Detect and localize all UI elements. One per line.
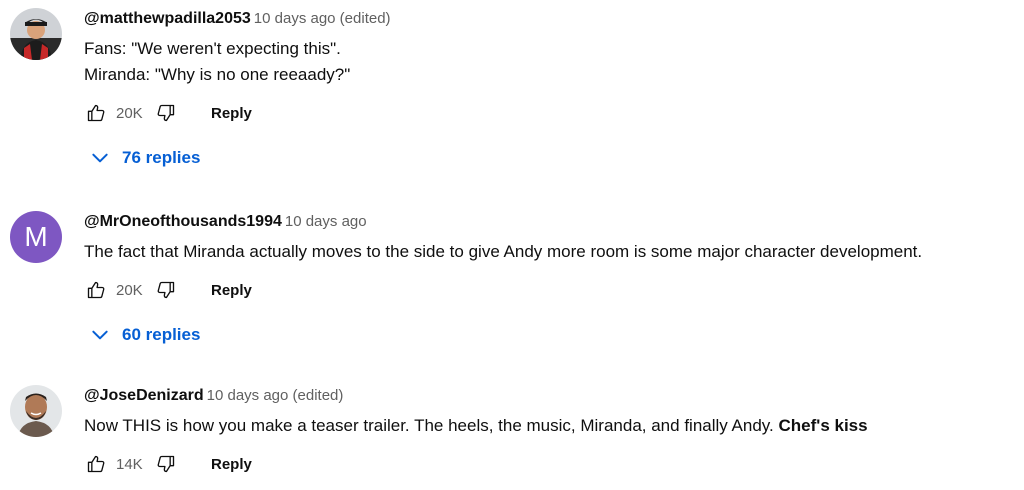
avatar-letter: M (24, 221, 48, 252)
comment-header: @MrOneofthousands1994 10 days ago (84, 211, 1024, 233)
chevron-down-icon (90, 148, 110, 168)
like-count: 20K (116, 104, 143, 122)
avatar[interactable] (10, 8, 62, 60)
view-replies-button[interactable]: 60 replies (84, 321, 1024, 349)
replies-count-label: 76 replies (122, 148, 201, 167)
avatar[interactable] (10, 385, 62, 437)
avatar-photo (10, 8, 62, 60)
comment-actions: 20K Reply (84, 98, 1024, 128)
chevron-down-icon (90, 325, 110, 345)
reply-button[interactable]: Reply (211, 282, 252, 299)
thumb-down-icon (157, 455, 175, 473)
comment-body: @matthewpadilla2053 10 days ago (edited) … (84, 8, 1024, 172)
thumb-up-icon (87, 104, 105, 122)
comment-author[interactable]: @JoseDenizard (84, 387, 204, 404)
replies-count-label: 60 replies (122, 325, 201, 344)
comment-actions: 14K Reply (84, 449, 1024, 479)
comment-body: @JoseDenizard 10 days ago (edited) Now TH… (84, 385, 1024, 479)
avatar[interactable]: M (10, 211, 62, 263)
avatar-photo (10, 385, 62, 437)
thumb-up-icon (87, 281, 105, 299)
comment-timestamp[interactable]: 10 days ago (285, 213, 367, 230)
thumb-down-icon (157, 104, 175, 122)
like-count: 14K (116, 455, 143, 473)
comment-header: @JoseDenizard 10 days ago (edited) (84, 385, 1024, 407)
like-button[interactable] (84, 452, 108, 476)
like-button[interactable] (84, 101, 108, 125)
comment-text: Now THIS is how you make a teaser traile… (84, 413, 1024, 439)
thumb-down-icon (157, 281, 175, 299)
dislike-button[interactable] (154, 101, 178, 125)
thumb-up-icon (87, 455, 105, 473)
comment-text: Fans: "We weren't expecting this". Miran… (84, 36, 1024, 88)
like-count: 20K (116, 281, 143, 299)
reply-button[interactable]: Reply (211, 105, 252, 122)
dislike-button[interactable] (154, 278, 178, 302)
comment-text: The fact that Miranda actually moves to … (84, 239, 1024, 265)
comment-text-bold: Chef's kiss (778, 416, 868, 435)
comment-timestamp[interactable]: 10 days ago (edited) (254, 10, 391, 27)
comment-text-line: Fans: "We weren't expecting this". (84, 39, 341, 58)
like-button[interactable] (84, 278, 108, 302)
comment-author[interactable]: @MrOneofthousands1994 (84, 213, 282, 230)
dislike-button[interactable] (154, 452, 178, 476)
comment-text-line: The fact that Miranda actually moves to … (84, 242, 923, 261)
reply-button[interactable]: Reply (211, 456, 252, 473)
comment-body: @MrOneofthousands1994 10 days ago The fac… (84, 211, 1024, 349)
view-replies-button[interactable]: 76 replies (84, 144, 1024, 172)
comment-text-line: Miranda: "Why is no one reeaady?" (84, 65, 351, 84)
comment-author[interactable]: @matthewpadilla2053 (84, 10, 251, 27)
comment-actions: 20K Reply (84, 275, 1024, 305)
comment-timestamp[interactable]: 10 days ago (edited) (207, 387, 344, 404)
comment-header: @matthewpadilla2053 10 days ago (edited) (84, 8, 1024, 30)
comment-text-plain: Now THIS is how you make a teaser traile… (84, 416, 779, 435)
